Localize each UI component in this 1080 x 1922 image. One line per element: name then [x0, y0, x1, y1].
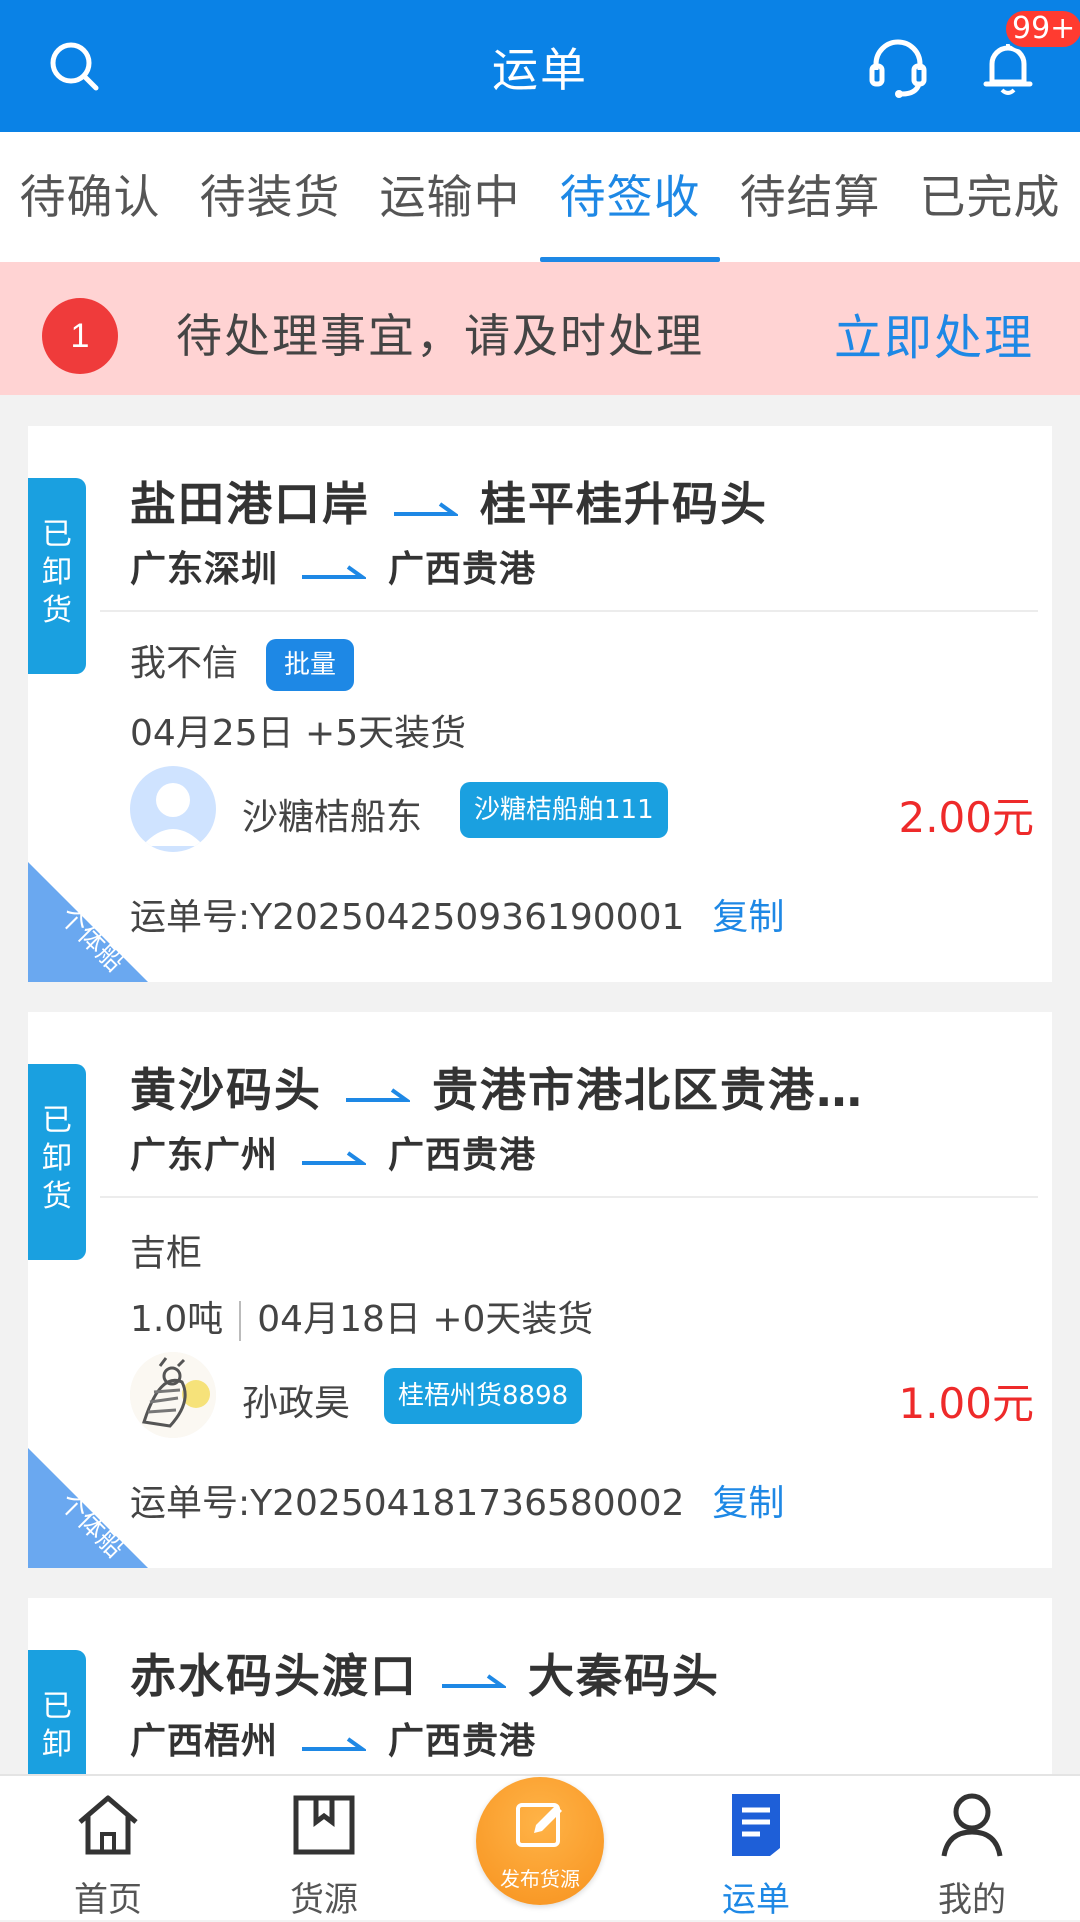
from-city: 广东深圳 [130, 549, 279, 590]
tab-pending-sign[interactable]: 待签收 [540, 132, 720, 262]
waybill-number: 运单号:Y202504181736580002 [130, 1483, 685, 1524]
city-route: 广东广州 广西贵港 [130, 1126, 536, 1178]
waybill-card[interactable]: 已 卸 货 盐田港口岸 桂平桂升码头 广东深圳 广西贵港 我不信 批量 04月25日 … [28, 426, 1052, 982]
route-arrow-icon [302, 1737, 367, 1751]
status-tag: 已 卸 [28, 1650, 86, 1774]
waybill-number-row: 运单号:Y202504181736580002 复制 [130, 1474, 784, 1526]
nav-cargo-source[interactable]: 货源 [216, 1776, 432, 1922]
ship-tag: 桂梧州货8898 [384, 1368, 583, 1424]
cargo-info: 我不信 批量 [130, 634, 355, 691]
avatar [130, 766, 216, 852]
cartoon-avatar-icon [130, 1352, 216, 1438]
to-port: 贵港市港北区贵港… [432, 1063, 864, 1117]
to-port: 大秦码头 [528, 1649, 720, 1703]
pending-notice-bar: 1 待处理事宜，请及时处理 立即处理 [0, 262, 1080, 395]
route-arrow-icon [394, 501, 458, 516]
user-icon [941, 1793, 1003, 1857]
port-route: 赤水码头渡口 大秦码头 [130, 1640, 720, 1706]
ship-tag: 沙糖桔船舶111 [460, 782, 668, 838]
route-arrow-icon [442, 1673, 506, 1688]
load-info: 1.0吨 04月18日 +0天装货 [130, 1290, 593, 1342]
tab-pending-confirm[interactable]: 待确认 [0, 132, 180, 262]
separator [239, 1301, 242, 1341]
default-avatar-icon [142, 783, 204, 846]
cargo-weight: 1.0吨 [130, 1299, 224, 1340]
publish-label: 发布货源 [500, 1867, 580, 1891]
waybill-card[interactable]: 已 卸 货 黄沙码头 贵港市港北区贵港… 广东广州 广西贵港 吉柜 1.0吨 04月1… [28, 1012, 1052, 1568]
route-arrow-icon [302, 1151, 367, 1165]
to-city: 广西贵港 [388, 549, 537, 590]
tab-pending-settle[interactable]: 待结算 [720, 132, 900, 262]
to-city: 广西贵港 [388, 1135, 537, 1176]
waybill-card[interactable]: 已 卸 赤水码头渡口 大秦码头 广西梧州 广西贵港 [28, 1598, 1052, 1774]
app-header: 运单 99+ [0, 0, 1080, 132]
tab-pending-load[interactable]: 待装货 [180, 132, 360, 262]
port-route: 黄沙码头 贵港市港北区贵港… [130, 1054, 864, 1120]
edit-icon [516, 1803, 562, 1847]
handle-now-link[interactable]: 立即处理 [834, 298, 1034, 368]
tab-in-transit[interactable]: 运输中 [360, 132, 540, 262]
notice-message: 待处理事宜，请及时处理 [176, 309, 704, 363]
port-route: 盐田港口岸 桂平桂升码头 [130, 468, 768, 534]
status-tabs: 待确认 待装货 运输中 待签收 待结算 已完成 [0, 132, 1080, 262]
divider [100, 1196, 1038, 1198]
avatar [130, 1352, 216, 1438]
from-port: 黄沙码头 [130, 1063, 322, 1117]
nav-waybill[interactable]: 运单 [648, 1776, 864, 1922]
load-date: 04月18日 +0天装货 [257, 1299, 594, 1340]
route-arrow-icon [346, 1087, 410, 1102]
publish-cargo-button[interactable]: 发布货源 [476, 1777, 604, 1905]
from-port: 盐田港口岸 [130, 477, 370, 531]
to-port: 桂平桂升码头 [480, 477, 768, 531]
cargo-name: 我不信 [130, 643, 239, 684]
from-city: 广西梧州 [130, 1721, 279, 1762]
to-city: 广西贵港 [388, 1721, 537, 1762]
owner-name: 沙糖桔船东 [242, 797, 423, 838]
copy-button[interactable]: 复制 [712, 897, 784, 938]
price: 1.00元 [898, 1379, 1034, 1428]
tab-completed[interactable]: 已完成 [900, 132, 1080, 262]
waybill-number-row: 运单号:Y202504250936190001 复制 [130, 888, 784, 940]
nav-mine[interactable]: 我的 [864, 1776, 1080, 1922]
home-icon [78, 1795, 138, 1855]
route-arrow-icon [302, 565, 367, 579]
price: 2.00元 [898, 793, 1034, 842]
nav-home[interactable]: 首页 [0, 1776, 216, 1922]
from-port: 赤水码头渡口 [130, 1649, 418, 1703]
status-tag: 已 卸 货 [28, 478, 86, 674]
divider [100, 610, 1038, 612]
city-route: 广西梧州 广西贵港 [130, 1712, 536, 1764]
notification-badge: 99+ [1003, 8, 1080, 50]
individual-ship-corner-tag: 个体船 [28, 1448, 148, 1568]
owner-name: 孙政昊 [242, 1383, 351, 1424]
copy-button[interactable]: 复制 [712, 1483, 784, 1524]
box-icon [293, 1795, 355, 1855]
load-date: 04月25日 +5天装货 [130, 713, 467, 754]
status-tag: 已 卸 货 [28, 1064, 86, 1260]
city-route: 广东深圳 广西贵港 [130, 540, 536, 592]
individual-ship-corner-tag: 个体船 [28, 862, 148, 982]
notice-count-badge: 1 [42, 298, 118, 374]
waybill-icon [732, 1794, 780, 1856]
from-city: 广东广州 [130, 1135, 279, 1176]
headset-icon[interactable] [862, 30, 934, 102]
cargo-name: 吉柜 [130, 1233, 203, 1274]
waybill-number: 运单号:Y202504250936190001 [130, 897, 685, 938]
batch-tag: 批量 [266, 639, 355, 691]
